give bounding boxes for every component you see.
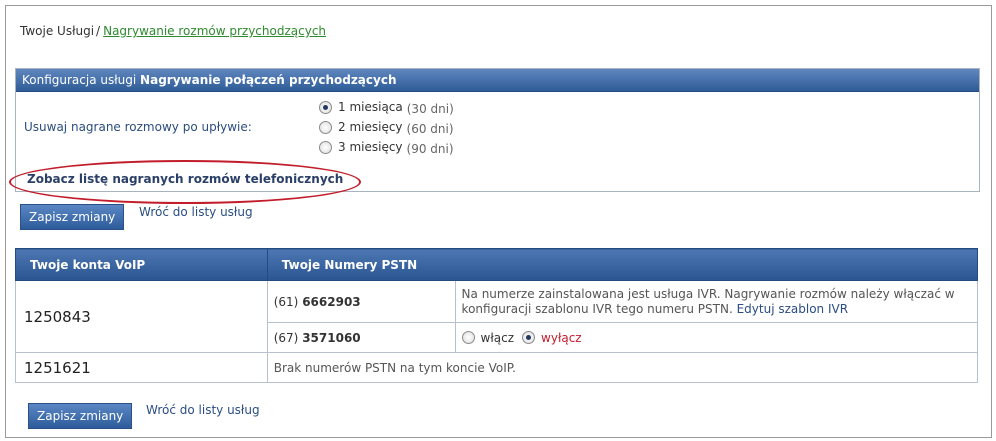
header-pstn-numbers: Twoje Numery PSTN [266,248,979,281]
back-to-services-link[interactable]: Wróć do listy usług [139,205,253,219]
retention-option-2[interactable]: 2 miesięcy (60 dni) [319,117,454,137]
recording-toggle: włącz wyłącz [461,331,971,345]
breadcrumb-separator: / [96,24,101,38]
radio-unselected-icon[interactable] [319,120,332,134]
config-header: Konfiguracja usługi Nagrywanie połączeń … [16,69,979,92]
radio-unselected-icon[interactable] [319,140,332,154]
toggle-on-label[interactable]: włącz [481,331,514,345]
retention-option-label: 3 miesięcy [338,140,403,154]
retention-option-1[interactable]: 1 miesiąca (30 dni) [319,97,454,117]
back-to-services-link-bottom[interactable]: Wróć do listy usług [146,403,260,417]
retention-option-days: (60 dni) [406,122,454,136]
retention-options: 1 miesiąca (30 dni) 2 miesięcy (60 dni) … [319,97,454,157]
radio-unselected-icon[interactable] [461,331,475,344]
retention-option-days: (30 dni) [406,102,454,116]
save-button[interactable]: Zapisz zmiany [20,204,125,230]
pstn-number-cell: (61) 6662903 [266,280,456,323]
breadcrumb-root[interactable]: Twoje Usługi [20,24,94,38]
highlight-oval [9,160,361,204]
table-header-row: Twoje konta VoIP Twoje Numery PSTN [15,248,979,281]
retention-option-label: 1 miesiąca [338,100,403,114]
radio-selected-icon[interactable] [522,331,536,344]
ivr-info-text: Na numerze zainstalowana jest usługa IVR… [461,286,955,316]
voip-account-id: 1250843 [15,280,268,353]
retention-label: Usuwaj nagrane rozmowy po upływie: [24,120,252,134]
pstn-prefix: (67) [273,330,299,345]
retention-option-days: (90 dni) [406,142,454,156]
ivr-info-cell: Na numerze zainstalowana jest usługa IVR… [454,280,979,323]
no-pstn-numbers-text: Brak numerów PSTN na tym koncie VoIP. [266,352,979,383]
table-row: 1250843 (61) 6662903 Na numerze zainstal… [15,280,979,353]
voip-account-id: 1251621 [15,352,268,383]
retention-option-label: 2 miesięcy [338,120,403,134]
pstn-number-cell: (67) 3571060 [266,322,456,353]
save-button-bottom[interactable]: Zapisz zmiany [28,403,133,429]
recording-toggle-cell: włącz wyłącz [454,322,979,353]
pstn-number: 6662903 [302,294,361,309]
retention-option-3[interactable]: 3 miesięcy (90 dni) [319,137,454,157]
header-voip-accounts: Twoje konta VoIP [15,248,268,281]
radio-selected-icon[interactable] [319,100,332,114]
breadcrumb-current[interactable]: Nagrywanie rozmów przychodzących [103,24,326,38]
edit-ivr-template-link[interactable]: Edytuj szablon IVR [737,302,848,316]
pstn-prefix: (61) [273,294,299,309]
toggle-off-label[interactable]: wyłącz [541,331,582,345]
table-row: 1251621 Brak numerów PSTN na tym koncie … [15,352,979,383]
breadcrumb: Twoje Usługi / Nagrywanie rozmów przychodz… [20,24,326,38]
config-header-prefix: Konfiguracja usługi [22,73,137,87]
config-header-service: Nagrywanie połączeń przychodzących [140,73,397,87]
pstn-number: 3571060 [302,330,361,345]
accounts-table: Twoje konta VoIP Twoje Numery PSTN 12508… [15,248,979,383]
